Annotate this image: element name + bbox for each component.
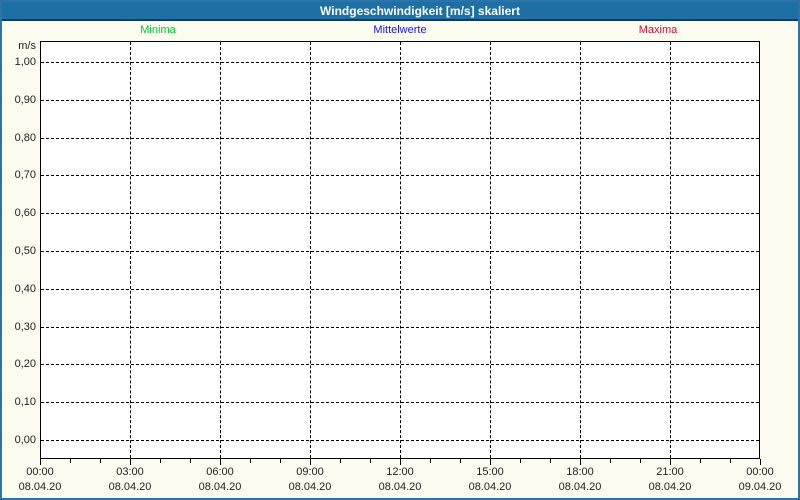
y-tick-label: 0,30 [14, 321, 36, 333]
x-gridline [310, 42, 311, 458]
y-axis-unit-label: m/s [18, 40, 36, 52]
x-gridline [220, 42, 221, 458]
x-tick-time-label: 06:00 [206, 466, 234, 478]
legend-item-minima: Minima [140, 24, 176, 36]
y-tick-label: 0,90 [14, 94, 36, 106]
y-tick-label: 0,00 [14, 434, 36, 446]
legend-item-maxima: Maxima [638, 24, 678, 36]
chart-title: Windgeschwindigkeit [m/s] skaliert [320, 4, 520, 18]
plot-area [40, 41, 760, 459]
x-axis-tick [760, 459, 761, 465]
x-tick-date-label: 08.04.20 [648, 481, 692, 493]
x-axis-tick [340, 459, 341, 463]
x-axis-tick [250, 459, 251, 463]
x-axis-tick [580, 459, 581, 465]
x-axis-tick [490, 459, 491, 465]
x-tick-time-label: 09:00 [296, 466, 324, 478]
x-axis-tick [100, 459, 101, 463]
y-tick-label: 0,80 [14, 132, 36, 144]
x-axis-tick [40, 459, 41, 465]
x-tick-date-label: 08.04.20 [108, 481, 152, 493]
x-axis-tick [310, 459, 311, 465]
x-gridline [670, 42, 671, 458]
y-tick-label: 0,40 [14, 283, 36, 295]
legend-item-mittelwerte: Mittelwerte [373, 24, 427, 36]
x-tick-date-label: 08.04.20 [378, 481, 422, 493]
x-tick-date-label: 08.04.20 [18, 481, 62, 493]
x-tick-time-label: 12:00 [386, 466, 414, 478]
x-tick-date-label: 08.04.20 [198, 481, 242, 493]
x-tick-date-label: 08.04.20 [468, 481, 512, 493]
x-tick-date-label: 08.04.20 [558, 481, 602, 493]
y-tick-label: 0,70 [14, 169, 36, 181]
y-tick-label: 0,50 [14, 245, 36, 257]
x-axis-tick [160, 459, 161, 463]
x-axis-tick [430, 459, 431, 463]
x-gridline [580, 42, 581, 458]
x-axis-tick [550, 459, 551, 463]
x-tick-time-label: 00:00 [746, 466, 774, 478]
x-axis-tick [460, 459, 461, 463]
x-tick-time-label: 18:00 [566, 466, 594, 478]
x-axis-tick [730, 459, 731, 463]
x-axis-tick [280, 459, 281, 463]
y-tick-label: 0,10 [14, 396, 36, 408]
x-axis-tick [220, 459, 221, 465]
x-axis-tick [700, 459, 701, 463]
x-axis-tick [640, 459, 641, 463]
x-tick-date-label: 09.04.20 [738, 481, 782, 493]
x-tick-time-label: 21:00 [656, 466, 684, 478]
y-tick-label: 1,00 [14, 56, 36, 68]
x-gridline [490, 42, 491, 458]
chart-window: Windgeschwindigkeit [m/s] skaliert Minim… [0, 0, 800, 500]
x-tick-time-label: 15:00 [476, 466, 504, 478]
x-axis-tick [190, 459, 191, 463]
x-axis-tick [70, 459, 71, 463]
x-axis-tick [520, 459, 521, 463]
x-tick-time-label: 03:00 [116, 466, 144, 478]
x-tick-date-label: 08.04.20 [288, 481, 332, 493]
x-gridline [400, 42, 401, 458]
x-axis-tick [130, 459, 131, 465]
x-axis-tick [670, 459, 671, 465]
y-tick-label: 0,60 [14, 207, 36, 219]
x-tick-time-label: 00:00 [26, 466, 54, 478]
x-axis-tick [610, 459, 611, 463]
x-gridline [130, 42, 131, 458]
x-axis-tick [370, 459, 371, 463]
chart-titlebar: Windgeschwindigkeit [m/s] skaliert [2, 2, 798, 21]
x-axis-tick [400, 459, 401, 465]
y-tick-label: 0,20 [14, 358, 36, 370]
